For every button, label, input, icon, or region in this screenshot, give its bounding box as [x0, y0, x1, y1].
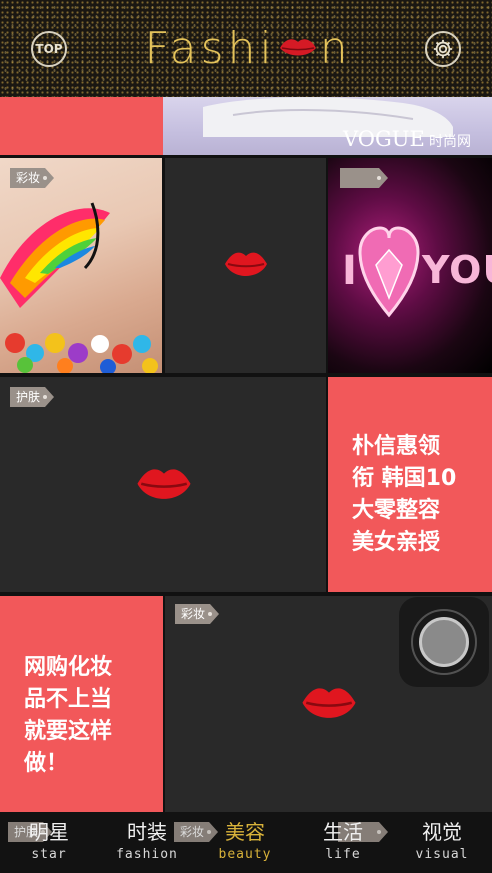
brand-logo: Fashi n	[128, 22, 368, 74]
promo-tile-shopping[interactable]: 网购化妆 品不上当 就要这样 做！	[0, 596, 163, 812]
top-button[interactable]: TOP	[31, 31, 67, 67]
gear-icon	[433, 39, 453, 59]
tab-visual-sublabel: visual	[415, 847, 469, 862]
eye-makeup-illustration	[0, 202, 158, 373]
skincare-tile[interactable]: 护肤	[0, 377, 326, 592]
promo-shopping-line-2: 品不上当	[24, 687, 113, 712]
love-text-right: YOU	[422, 248, 492, 292]
tab-star-label: 明星	[29, 820, 69, 844]
placeholder-tile-1[interactable]	[165, 158, 326, 373]
tab-visual[interactable]: 视觉 visual	[392, 812, 492, 873]
promo-tile-korea[interactable]: 朴信惠领 衔 韩国10 大零整容 美女亲授	[328, 377, 492, 592]
tab-star-sublabel: star	[31, 847, 67, 862]
vogue-site-text: 时尚网	[429, 134, 471, 150]
tab-fashion-sublabel: fashion	[116, 847, 178, 862]
brand-text-prefix: Fashi	[144, 22, 276, 74]
promo-shopping-line-4: 做！	[24, 751, 69, 776]
assistive-touch-button[interactable]	[399, 597, 489, 687]
tab-beauty-sublabel: beauty	[218, 847, 272, 862]
promo-korea-line-3: 大零整容	[352, 498, 441, 523]
assistive-touch-knob	[419, 617, 469, 667]
tab-beauty[interactable]: 美容 beauty	[196, 812, 294, 873]
app-header: TOP Fashi n	[0, 0, 492, 97]
tag-makeup: 彩妆	[10, 168, 54, 188]
tab-life[interactable]: 生活 life	[294, 812, 392, 873]
promo-korea-line-2: 衔 韩国10	[352, 466, 457, 491]
brand-text-suffix: n	[319, 22, 352, 74]
promo-korea-line-1: 朴信惠领	[352, 434, 441, 459]
settings-button[interactable]	[425, 31, 461, 67]
tab-fashion-label: 时装	[127, 820, 167, 844]
tab-star[interactable]: 明星 star	[0, 812, 98, 873]
lips-placeholder-icon	[225, 252, 267, 276]
lips-placeholder-icon	[137, 469, 191, 499]
bottom-tab-bar: 护肤 彩妆 明星 star 时装 fashion 美容 beauty 生活 li…	[0, 812, 492, 873]
lips-logo-icon	[279, 39, 316, 56]
promo-shopping-text: 网购化妆 品不上当 就要这样 做！	[24, 652, 112, 780]
coral-tile-top[interactable]	[0, 97, 163, 155]
tag-blank	[340, 168, 388, 188]
promo-shopping-line-1: 网购化妆	[24, 655, 113, 680]
tab-beauty-label: 美容	[225, 820, 265, 844]
vogue-logo-text: VOGUE	[343, 127, 425, 151]
eye-makeup-tile[interactable]: 彩妆	[0, 158, 162, 373]
tab-life-sublabel: life	[325, 847, 361, 862]
tab-fashion[interactable]: 时装 fashion	[98, 812, 196, 873]
love-text-left: I	[342, 248, 358, 294]
vogue-banner[interactable]: VOGUE 时尚网	[163, 97, 492, 155]
tab-visual-label: 视觉	[422, 820, 462, 844]
tag-skincare: 护肤	[10, 387, 54, 407]
promo-shopping-line-3: 就要这样	[24, 719, 113, 744]
love-you-tile[interactable]: I YOU	[328, 158, 492, 373]
promo-korea-line-4: 美女亲授	[352, 530, 441, 555]
tab-life-label: 生活	[323, 820, 363, 844]
lips-placeholder-icon	[302, 688, 356, 718]
promo-korea-text: 朴信惠领 衔 韩国10 大零整容 美女亲授	[352, 431, 456, 559]
diamond-heart-icon	[358, 226, 420, 318]
tag-makeup-2: 彩妆	[175, 604, 219, 624]
